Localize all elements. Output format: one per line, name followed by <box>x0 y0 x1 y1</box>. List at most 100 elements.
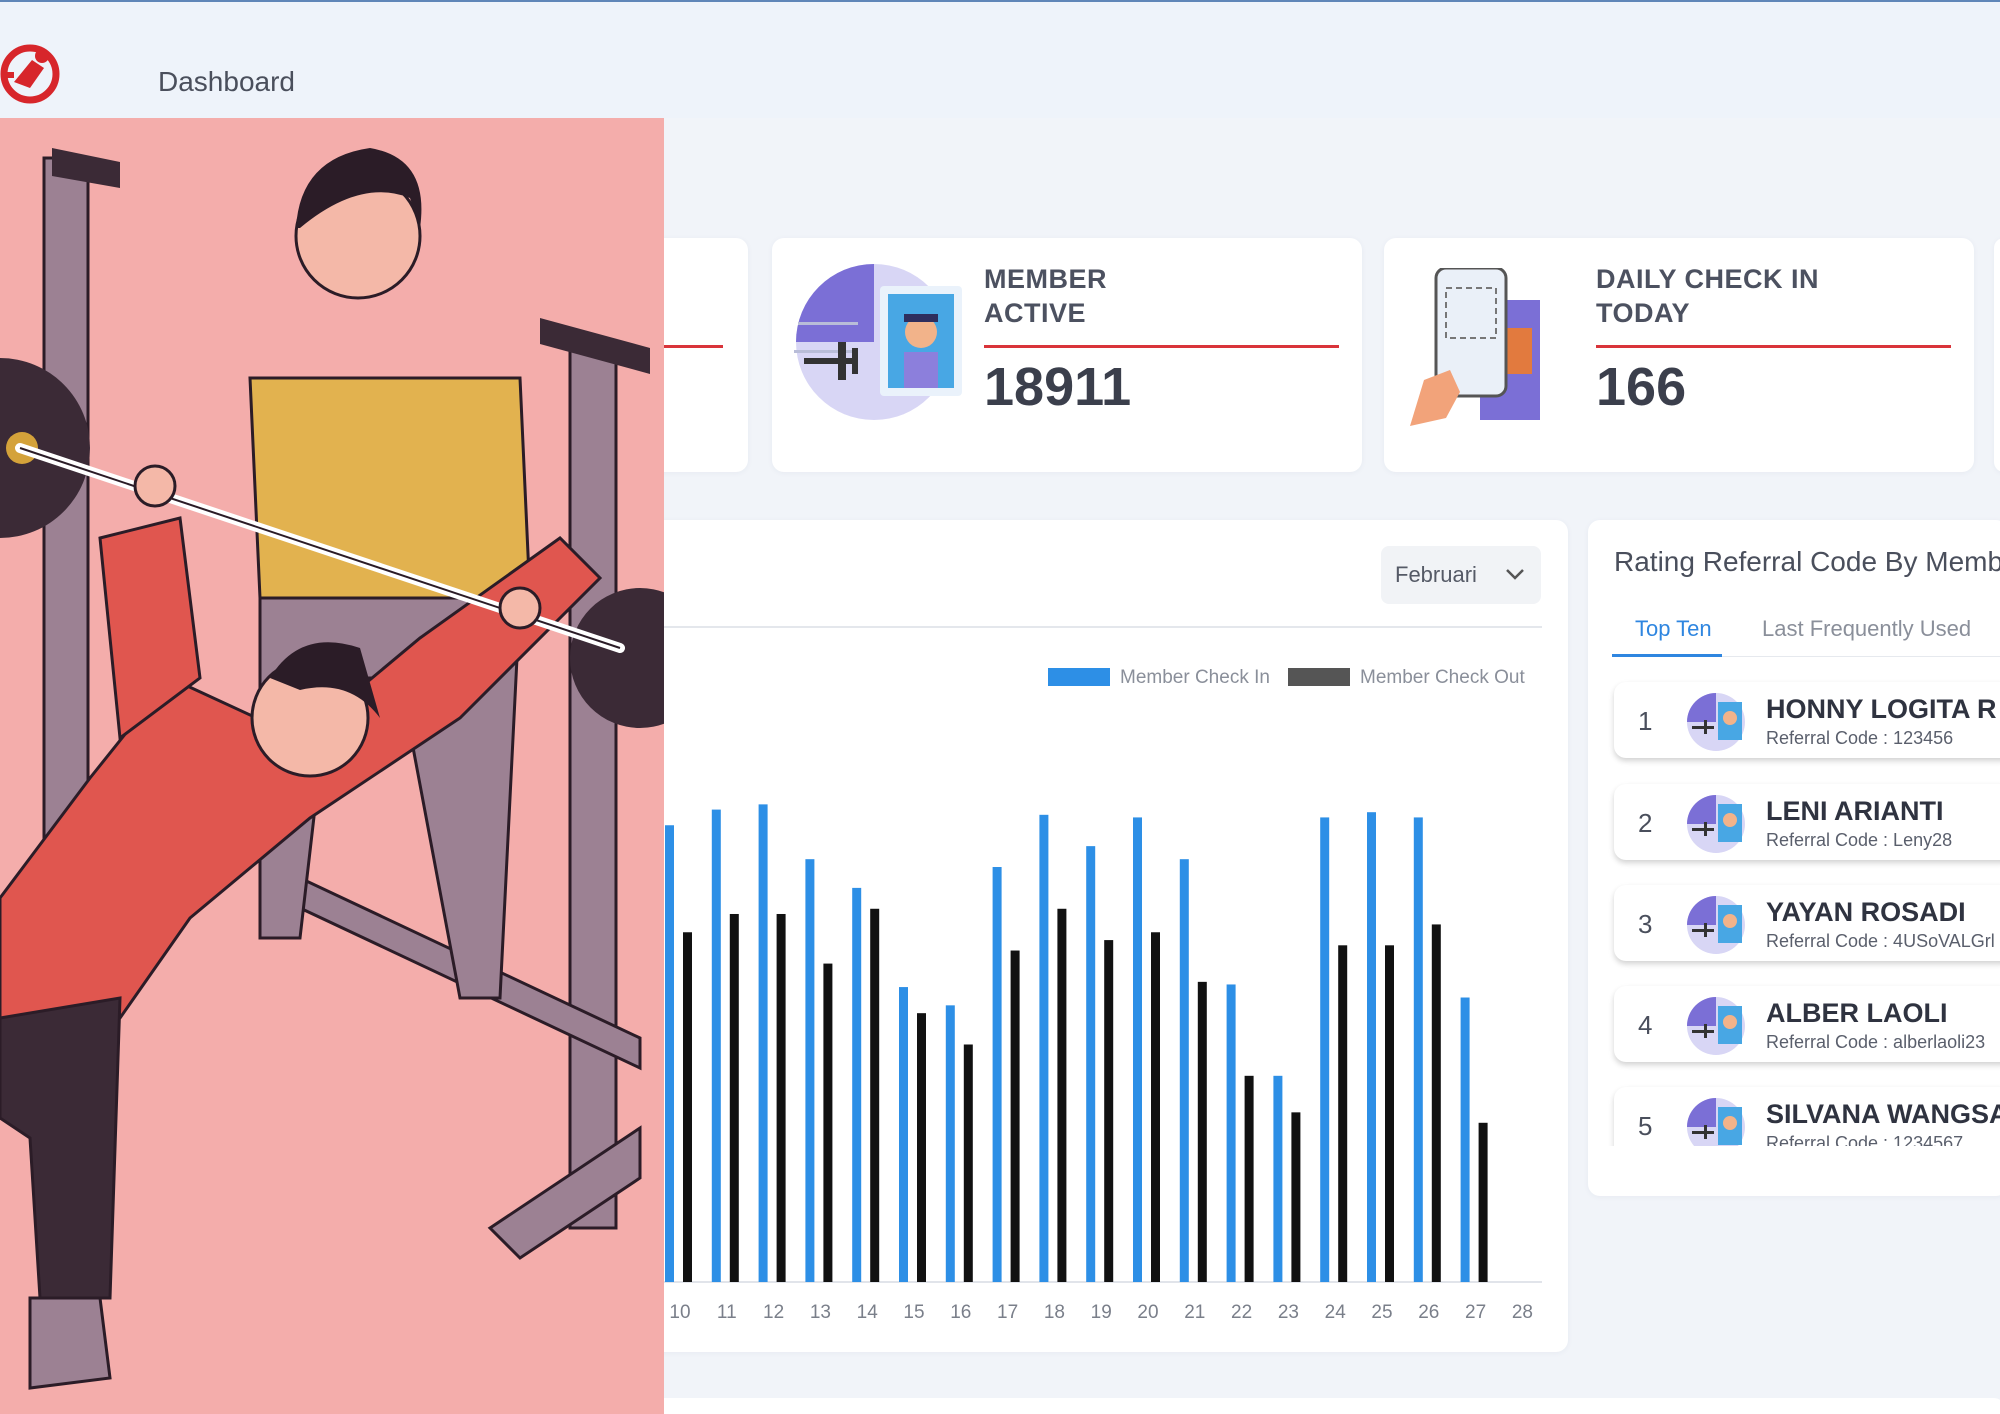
tab-top-ten[interactable]: Top Ten <box>1635 616 1712 642</box>
member-name: LENI ARIANTI <box>1766 796 1944 826</box>
member-name: YAYAN ROSADI <box>1766 897 1966 927</box>
month-select[interactable]: Februari <box>1381 546 1541 604</box>
stat-title-line2: TODAY <box>1596 298 1691 328</box>
bar-member-check-in <box>1367 812 1376 1282</box>
list-item[interactable]: 5 SILVANA WANGSA Referral Code : 1234567 <box>1614 1087 2000 1146</box>
bar-member-check-out <box>870 908 880 1282</box>
checkin-bar-chart: 10 11 12 13 14 15 16 17 18 19 20 21 22 23 24 25 26 27 28 Me… <box>660 667 1542 1323</box>
bar-member-check-in <box>1133 817 1142 1282</box>
bar-member-check-in <box>1086 846 1096 1282</box>
x-tick-label: 25 <box>1371 1302 1392 1323</box>
referral-code: Referral Code : Leny28 <box>1766 830 1953 850</box>
x-tick-label: 12 <box>763 1302 784 1323</box>
tab-last-frequently-used[interactable]: Last Frequently Used <box>1762 616 1971 642</box>
gym-trainer-illustration <box>0 118 664 1414</box>
member-avatar-icon <box>1687 795 1745 853</box>
bar-member-check-in <box>992 867 1002 1282</box>
stat-card-member-active: MEMBER ACTIVE 18911 <box>772 238 1362 472</box>
referral-rank-list[interactable]: 1 HONNY LOGITA R Referral Code : 123456 … <box>1600 676 2000 1146</box>
bar-member-check-in <box>1320 817 1330 1282</box>
bar-member-check-out <box>823 963 833 1282</box>
x-tick-label: 21 <box>1184 1302 1205 1323</box>
member-name: ALBER LAOLI <box>1766 998 1948 1028</box>
stat-divider <box>984 345 1339 348</box>
bottom-card <box>1384 1398 2000 1414</box>
bar-member-check-out <box>1151 932 1160 1282</box>
bar-member-check-out <box>1244 1075 1254 1282</box>
bar-member-check-out <box>683 932 692 1282</box>
x-tick-label: 14 <box>857 1302 879 1323</box>
x-tick-label: 19 <box>1091 1302 1112 1323</box>
referral-code: Referral Code : 4USoVALGrl <box>1766 931 1995 951</box>
bar-member-check-in <box>758 804 768 1282</box>
bar-member-check-in <box>711 809 721 1282</box>
bar-member-check-out <box>1291 1112 1301 1282</box>
bar-member-check-out <box>1104 940 1114 1282</box>
member-avatar-icon <box>1687 896 1745 954</box>
list-item[interactable]: 4 ALBER LAOLI Referral Code : alberlaoli… <box>1614 986 2000 1062</box>
rating-title: Rating Referral Code By Memb <box>1614 546 2000 577</box>
x-tick-label: 22 <box>1231 1302 1252 1323</box>
member-name: HONNY LOGITA R <box>1766 694 1997 724</box>
bar-member-check-in <box>1179 859 1189 1282</box>
bar-member-check-out <box>1338 945 1348 1282</box>
x-tick-label: 10 <box>669 1302 690 1323</box>
bar-member-check-in <box>665 825 674 1282</box>
chart-header-divider <box>660 626 1542 628</box>
bar-member-check-out <box>1057 908 1067 1282</box>
rank-number: 4 <box>1638 1010 1653 1040</box>
x-tick-label: 24 <box>1325 1302 1347 1323</box>
gym-logo-icon[interactable] <box>0 42 66 104</box>
x-tick-label: 13 <box>810 1302 831 1323</box>
x-tick-label: 18 <box>1044 1302 1065 1323</box>
bar-member-check-out <box>1197 981 1207 1282</box>
bar-member-check-out <box>776 913 786 1282</box>
stat-title-line2: ACTIVE <box>984 298 1087 328</box>
member-active-icon <box>794 264 962 420</box>
x-tick-label: 15 <box>903 1302 924 1323</box>
bar-member-check-in <box>1273 1075 1283 1282</box>
rank-number: 1 <box>1638 706 1653 736</box>
bar-member-check-out <box>1385 945 1394 1282</box>
stat-title-line1: DAILY CHECK IN <box>1596 264 1820 294</box>
bar-member-check-out <box>1431 924 1441 1282</box>
month-select-value: Februari <box>1395 562 1477 587</box>
bar-member-check-in <box>899 987 908 1282</box>
legend-label: Member Check Out <box>1360 667 1525 688</box>
qr-checkin-icon <box>1410 268 1540 426</box>
member-avatar-icon <box>1687 693 1745 751</box>
x-tick-label: 16 <box>950 1302 971 1323</box>
referral-code: Referral Code : 123456 <box>1766 728 1954 748</box>
legend-swatch <box>1048 668 1110 686</box>
x-tick-label: 17 <box>997 1302 1018 1323</box>
x-tick-label: 27 <box>1465 1302 1486 1323</box>
x-tick-label: 23 <box>1278 1302 1299 1323</box>
stat-card-edge <box>1994 238 2000 472</box>
stat-card-daily-checkin: DAILY CHECK IN TODAY 166 <box>1384 238 1974 472</box>
chevron-down-icon <box>1506 569 1524 580</box>
x-tick-label: 20 <box>1137 1302 1158 1323</box>
stat-value-daily-checkin: 166 <box>1596 357 1687 417</box>
referral-code: Referral Code : alberlaoli23 <box>1766 1032 1986 1052</box>
bar-member-check-in <box>1460 997 1470 1282</box>
bar-member-check-in <box>1039 814 1049 1282</box>
legend-swatch <box>1288 668 1350 686</box>
rank-number: 3 <box>1638 909 1653 939</box>
bar-member-check-out <box>729 913 739 1282</box>
stat-value-member-active: 18911 <box>984 357 1132 417</box>
bar-member-check-in <box>1226 984 1236 1282</box>
bar-member-check-in <box>805 859 815 1282</box>
bar-member-check-in <box>852 887 862 1282</box>
list-item[interactable]: 2 LENI ARIANTI Referral Code : Leny28 <box>1614 784 2000 860</box>
x-tick-label: 26 <box>1418 1302 1439 1323</box>
list-item[interactable]: 1 HONNY LOGITA R Referral Code : 123456 <box>1614 682 2000 758</box>
bar-member-check-out <box>1478 1122 1488 1282</box>
bar-member-check-in <box>1413 817 1423 1282</box>
bar-member-check-in <box>945 1005 955 1282</box>
stat-divider <box>1596 345 1951 348</box>
legend-label: Member Check In <box>1120 667 1270 688</box>
bar-member-check-out <box>1010 950 1020 1282</box>
list-item[interactable]: 3 YAYAN ROSADI Referral Code : 4USoVALGr… <box>1614 885 2000 961</box>
bar-member-check-out <box>963 1044 973 1282</box>
page-title[interactable]: Dashboard <box>158 66 295 98</box>
